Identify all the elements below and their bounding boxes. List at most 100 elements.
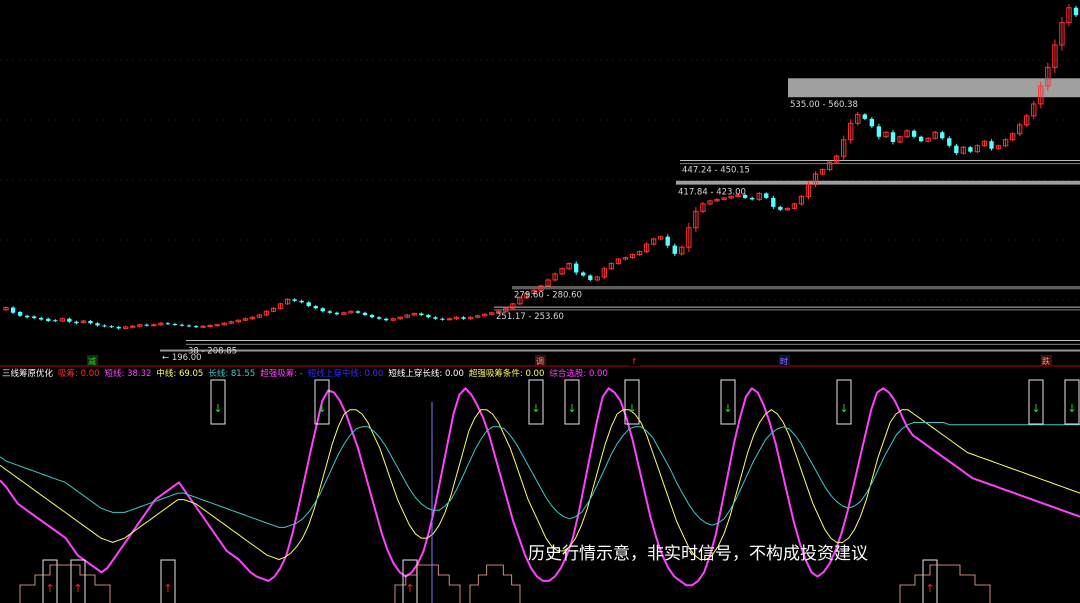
candle-body — [862, 114, 867, 119]
candle-body — [186, 325, 192, 327]
period-tag: f — [633, 357, 636, 366]
candle-body — [911, 130, 917, 137]
candle-body — [890, 132, 896, 142]
candle-body — [102, 325, 107, 327]
indicator-value: 超强吸筹条件: 0.00 — [469, 368, 545, 379]
candle-body — [940, 132, 945, 139]
candle-body — [433, 317, 438, 319]
candle-body — [306, 302, 311, 307]
candle-body — [588, 275, 593, 280]
candle-body — [426, 315, 431, 318]
indicator-value: 超强吸筹: - — [260, 368, 303, 379]
disclaimer-text: 历史行情示意，非实时信号，不构成投资建议 — [528, 544, 868, 564]
buy-arrow-icon: ↑ — [925, 582, 934, 595]
candle-body — [200, 325, 206, 328]
sell-arrow-icon: ↓ — [213, 402, 222, 415]
indicator-value: 中线: 69.05 — [156, 368, 203, 379]
candle-body — [581, 272, 586, 276]
candle-body — [179, 324, 185, 326]
candle-body — [383, 318, 389, 321]
candle-body — [95, 323, 100, 326]
sell-arrow-icon: ↓ — [839, 402, 848, 415]
candle-body — [764, 193, 769, 198]
candle-body — [778, 206, 783, 210]
candle-body — [362, 312, 368, 316]
candle-body — [144, 324, 149, 326]
indicator-value: 短线: 38.32 — [105, 368, 152, 379]
candle-body — [419, 313, 424, 316]
candle-body — [665, 236, 670, 246]
candle-body — [24, 315, 30, 318]
level-label: 251.17 - 253.60 — [496, 312, 564, 322]
candle-body — [574, 263, 579, 273]
candle-body — [172, 323, 178, 325]
period-tag: 时 — [780, 356, 788, 366]
candle-body — [947, 138, 952, 146]
candle-body — [869, 118, 875, 127]
level-band — [788, 78, 1080, 98]
level-label: ← 196.00 — [162, 353, 202, 363]
candle-body — [39, 317, 44, 320]
candle-body — [876, 126, 882, 137]
sell-arrow-icon: ↓ — [317, 402, 326, 415]
candle-body — [151, 324, 157, 327]
candle-body — [355, 311, 361, 313]
candle-body — [750, 197, 755, 200]
candle-body — [88, 320, 93, 324]
candle-body — [320, 308, 325, 312]
candle-body — [918, 136, 924, 142]
indicator-value: 综合选股: 0.00 — [549, 368, 608, 379]
buy-arrow-icon: ↑ — [405, 582, 414, 595]
candle-body — [989, 141, 994, 149]
level-label: 279.60 - 280.60 — [514, 291, 582, 301]
candle-body — [334, 312, 340, 315]
candle-body — [53, 320, 58, 322]
buy-arrow-icon: ↑ — [163, 582, 172, 595]
candle-body — [193, 326, 199, 328]
indicator-value: 吸筹: 0.00 — [58, 368, 100, 379]
candle-body — [10, 307, 16, 313]
candle-body — [109, 326, 114, 328]
candle-body — [672, 245, 677, 254]
period-tag: 减 — [88, 356, 96, 366]
candle-body — [207, 324, 213, 327]
candle-body — [968, 147, 973, 152]
level-band — [676, 180, 1080, 185]
period-tag: 跌 — [1042, 356, 1050, 366]
candle-body — [369, 315, 375, 318]
sell-arrow-icon: ↓ — [627, 402, 636, 415]
candle-body — [313, 306, 318, 309]
indicator-value: 长线: 81.55 — [208, 368, 255, 379]
candle-body — [165, 323, 171, 325]
candle-body — [116, 326, 121, 329]
candle-body — [46, 318, 51, 321]
sell-arrow-icon: ↓ — [1067, 402, 1076, 415]
candle-body — [67, 318, 72, 322]
candle-body — [17, 312, 23, 316]
candle-body — [954, 145, 959, 154]
candle-body — [214, 324, 220, 327]
candle-body — [299, 300, 304, 303]
indicator-value: 短线上穿长线: 0.00 — [388, 368, 464, 379]
candle-body — [31, 316, 37, 318]
level-label: 447.24 - 450.15 — [682, 166, 750, 176]
candle-body — [74, 321, 79, 324]
indicator-value: 三线筹原优化 — [2, 368, 54, 379]
buy-arrow-icon: ↑ — [45, 582, 54, 595]
candle-body — [327, 311, 332, 313]
indicator-value: 短线上穿中线: 0.00 — [308, 368, 384, 379]
candle-body — [440, 318, 445, 320]
candle-body — [446, 318, 453, 321]
level-label: 417.84 - 423.00 — [678, 188, 746, 198]
candle-body — [461, 317, 466, 319]
sell-arrow-icon: ↓ — [567, 402, 576, 415]
sell-arrow-icon: ↓ — [723, 402, 732, 415]
candle-body — [292, 299, 297, 301]
candle-body — [771, 197, 776, 207]
candle-body — [130, 325, 136, 328]
sell-arrow-icon: ↓ — [1031, 402, 1040, 415]
sell-arrow-icon: ↓ — [531, 402, 540, 415]
stock-chart[interactable]: 535.00 - 560.38 447.24 - 450.15 417.84 - 4… — [0, 0, 1080, 603]
period-tag: 调 — [536, 357, 544, 366]
candle-body — [376, 317, 382, 319]
